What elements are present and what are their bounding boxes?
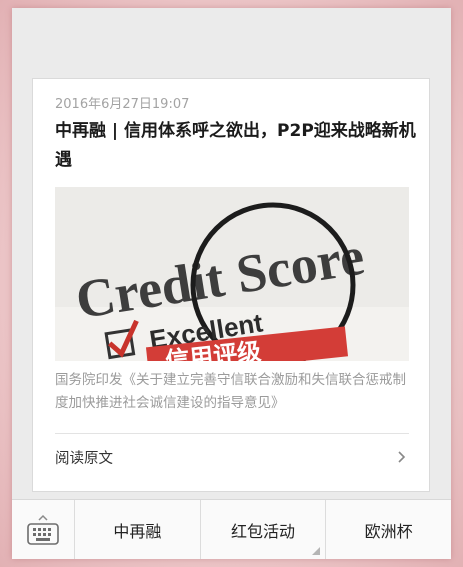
- read-original-link[interactable]: 阅读原文: [55, 437, 409, 477]
- menu-item-red-packet[interactable]: 红包活动: [201, 500, 327, 559]
- read-original-label: 阅读原文: [55, 450, 113, 467]
- article-digest: 国务院印发《关于建立完善守信联合激励和失信联合惩戒制度加快推进社会诚信建设的指导…: [55, 372, 406, 411]
- menu-item-label: 红包活动: [231, 522, 296, 541]
- keyboard-toggle-button[interactable]: [12, 500, 75, 559]
- chevron-right-icon: [395, 450, 409, 464]
- submenu-indicator-icon: [312, 547, 321, 555]
- menu-item-label: 中再融: [113, 522, 162, 541]
- divider: [55, 433, 409, 434]
- credit-score-illustration: Credit Score Excellent 信用评级: [55, 187, 409, 361]
- article-date: 2016年6月27日19:07: [55, 97, 190, 112]
- cover-image[interactable]: Credit Score Excellent 信用评级: [55, 187, 409, 361]
- wechat-article-screen: 2016年6月27日19:07 中再融 | 信用体系呼之欲出，P2P迎来战略新机…: [12, 8, 451, 559]
- keyboard-icon: [27, 514, 59, 545]
- menu-item-zhongzairong[interactable]: 中再融: [75, 500, 201, 559]
- menu-item-label: 欧洲杯: [364, 522, 413, 541]
- article-title[interactable]: 中再融 | 信用体系呼之欲出，P2P迎来战略新机遇: [55, 117, 417, 175]
- bottom-menu-bar: 中再融 红包活动 欧洲杯: [12, 499, 451, 559]
- menu-item-euro-cup[interactable]: 欧洲杯: [326, 500, 451, 559]
- article-card[interactable]: 2016年6月27日19:07 中再融 | 信用体系呼之欲出，P2P迎来战略新机…: [32, 78, 430, 492]
